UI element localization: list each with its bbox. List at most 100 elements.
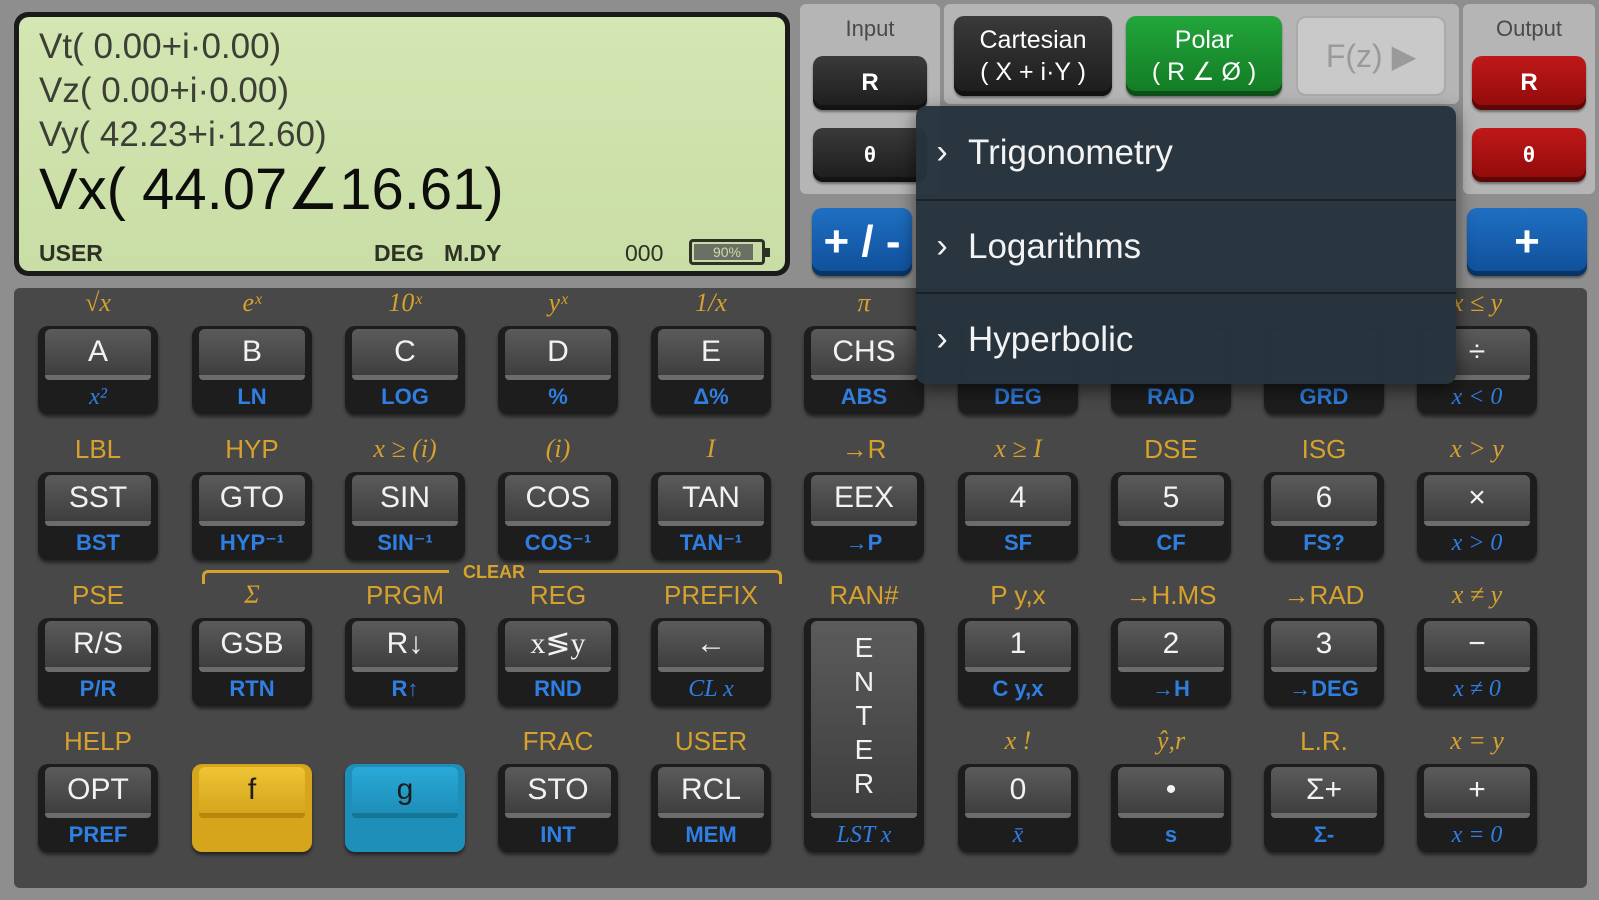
- key-primary-label: 0: [965, 767, 1071, 813]
- key-cap[interactable]: 6 FS?: [1264, 472, 1384, 560]
- input-r-button[interactable]: R: [813, 56, 927, 110]
- key-shift-g-label: TAN⁻¹: [679, 530, 743, 555]
- key-cap[interactable]: OPT PREF: [38, 764, 158, 852]
- key-cap[interactable]: + x = 0: [1417, 764, 1537, 852]
- key-cap[interactable]: B LN: [192, 326, 312, 414]
- key-cap[interactable]: SIN SIN⁻¹: [345, 472, 465, 560]
- key-cap[interactable]: g: [345, 764, 465, 852]
- key-ridge: [45, 521, 151, 526]
- key-cap[interactable]: EEX →P: [804, 472, 924, 560]
- key-shift-g-label: s: [1164, 822, 1178, 847]
- key-cap[interactable]: D%: [498, 326, 618, 414]
- key-ridge: [1118, 667, 1224, 672]
- output-theta-button[interactable]: θ: [1472, 128, 1586, 182]
- key-primary-label: GSB: [199, 621, 305, 667]
- key-cap[interactable]: TAN TAN⁻¹: [651, 472, 771, 560]
- key-shift-g-label: →P: [845, 530, 883, 555]
- key-cap[interactable]: Σ+ Σ-: [1264, 764, 1384, 852]
- key-primary-label: 5: [1118, 475, 1224, 521]
- key-cap[interactable]: GTO HYP⁻¹: [192, 472, 312, 560]
- input-theta-button[interactable]: θ: [813, 128, 927, 182]
- key-ridge: [1118, 813, 1224, 818]
- key-shift-f-label: →R: [841, 434, 887, 464]
- key-cap[interactable]: x≶y RND: [498, 618, 618, 706]
- lcd-screen: Vt( 0.00+i·0.00) Vz( 0.00+i·0.00) Vy( 42…: [19, 17, 785, 271]
- key-primary-label: 4: [965, 475, 1071, 521]
- key-shift-g-label: %: [548, 384, 568, 409]
- key-cap[interactable]: R↓ R↑: [345, 618, 465, 706]
- key-cap[interactable]: 1 C y,x: [958, 618, 1078, 706]
- key-primary-label: R↓: [352, 621, 458, 667]
- lcd-status-bar: USER DEG M.DY 000 90%: [19, 231, 785, 271]
- key-shift-f-label: REG: [529, 580, 587, 610]
- key-primary-label: Σ+: [1271, 767, 1377, 813]
- menu-item-label: Trigonometry: [968, 132, 1173, 172]
- function-menu-button[interactable]: F(z) ▶: [1296, 16, 1446, 96]
- key-shift-f-label: x ≥ I: [994, 434, 1042, 463]
- key-shift-g-label: →H: [1152, 676, 1190, 701]
- output-r-button[interactable]: R: [1472, 56, 1586, 110]
- key-primary-label: RCL: [658, 767, 764, 813]
- plus-minus-button[interactable]: + / -: [812, 208, 912, 276]
- key-shift-f-label: x !: [1004, 726, 1032, 755]
- key-shift-g-label: RAD: [1147, 384, 1195, 409]
- key-ridge: [45, 813, 151, 818]
- key-ridge: [505, 813, 611, 818]
- key-cap[interactable]: E Δ%: [651, 326, 771, 414]
- key-shift-g-label: PREF: [68, 822, 128, 847]
- key-cap[interactable]: 4 SF: [958, 472, 1078, 560]
- key-primary-label: CHS: [811, 329, 917, 375]
- menu-item-trigonometry[interactable]: › Trigonometry: [916, 106, 1456, 199]
- key-cap[interactable]: • s: [1111, 764, 1231, 852]
- key-cap[interactable]: 2 →H: [1111, 618, 1231, 706]
- key-cap[interactable]: − x ≠ 0: [1417, 618, 1537, 706]
- key-shift-g-label: x ≠ 0: [1453, 676, 1501, 702]
- key-shift-f-label: I: [706, 434, 716, 463]
- key-shift-g-label: RND: [534, 676, 582, 701]
- key-shift-g-label: INT: [540, 822, 576, 847]
- key-cap[interactable]: C LOG: [345, 326, 465, 414]
- key-cap[interactable]: STO INT: [498, 764, 618, 852]
- chevron-right-icon: ›: [936, 227, 948, 265]
- key-cap[interactable]: f: [192, 764, 312, 852]
- menu-item-hyperbolic[interactable]: › Hyperbolic: [916, 292, 1456, 384]
- key-ridge: [658, 813, 764, 818]
- key-ridge: [505, 375, 611, 380]
- menu-item-logarithms[interactable]: › Logarithms: [916, 199, 1456, 292]
- key-cap[interactable]: R/S P/R: [38, 618, 158, 706]
- key-cap[interactable]: CHS ABS: [804, 326, 924, 414]
- key-ridge: [658, 667, 764, 672]
- key-cap[interactable]: × x > 0: [1417, 472, 1537, 560]
- user-mode-indicator: USER: [39, 240, 103, 266]
- key-ridge: [199, 521, 305, 526]
- key-shift-g-label: x > 0: [1451, 530, 1503, 556]
- stack-register-y: Vy( 42.23+i·12.60): [39, 115, 327, 154]
- key-cap[interactable]: E N T E R LST x: [804, 618, 924, 852]
- key-cap[interactable]: 0 x̄: [958, 764, 1078, 852]
- key-shift-f-label: 10ˣ: [388, 288, 422, 317]
- key-cap[interactable]: COS COS⁻¹: [498, 472, 618, 560]
- key-cap[interactable]: 5 CF: [1111, 472, 1231, 560]
- key-cap[interactable]: GSB RTN: [192, 618, 312, 706]
- cartesian-mode-button[interactable]: Cartesian ( X + i·Y ): [954, 16, 1112, 96]
- key-shift-f-label: PRGM: [366, 580, 444, 610]
- key-cap[interactable]: SST BST: [38, 472, 158, 560]
- key-primary-label: SST: [45, 475, 151, 521]
- key-cap[interactable]: RCL MEM: [651, 764, 771, 852]
- key-ridge: [1271, 521, 1377, 526]
- key-primary-label: EEX: [811, 475, 917, 521]
- key-cap[interactable]: 3 →DEG: [1264, 618, 1384, 706]
- key-cap[interactable]: ← CL x: [651, 618, 771, 706]
- complex-plus-button[interactable]: +: [1467, 208, 1587, 276]
- battery-icon: 90%: [689, 239, 770, 265]
- key-shift-f-label: DSE: [1144, 434, 1198, 464]
- key-cap[interactable]: Ax²: [38, 326, 158, 414]
- key-shift-g-label: RTN: [229, 676, 275, 701]
- stack-register-x: Vx( 44.07∠16.61): [39, 157, 504, 222]
- key-shift-g-label: Σ-: [1313, 822, 1335, 847]
- key-shift-f-label: (i): [545, 434, 571, 463]
- stack-register-z: Vz( 0.00+i·0.00): [39, 71, 289, 110]
- polar-mode-button[interactable]: Polar ( R ∠ Ø ): [1126, 16, 1282, 96]
- menu-item-label: Logarithms: [968, 226, 1142, 266]
- enter-letter: T: [855, 700, 873, 731]
